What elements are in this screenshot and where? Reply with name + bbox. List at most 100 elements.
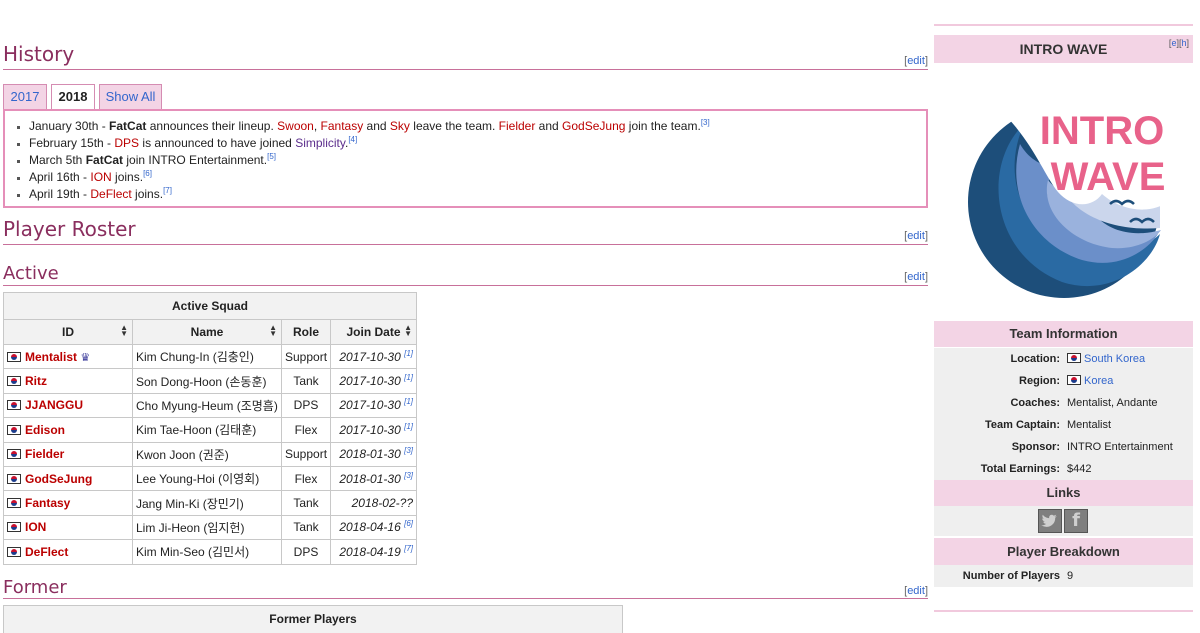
player-link[interactable]: Fielder (25, 447, 64, 461)
active-squad-table: Active Squad ID ▲ ▼ Name ▲ ▼ Role Join Date ▲… (3, 292, 417, 565)
former-edit-link[interactable]: [edit] (904, 585, 928, 597)
player-id-cell: Ritz (3, 368, 133, 394)
logo-word-wave: WAVE (1051, 155, 1166, 199)
history-entry: March 5th FatCat join INTRO Entertainmen… (29, 152, 926, 169)
player-id-cell: Fielder (3, 441, 133, 467)
history-link[interactable]: GodSeJung (562, 119, 625, 133)
sort-icon[interactable]: ▲ ▼ (120, 324, 128, 338)
history-link[interactable]: Simplicity (295, 136, 345, 150)
history-text: and (535, 119, 563, 133)
table-row: Ritz Son Dong-Hoon (손동훈) Tank 2017-10-30 [1… (3, 368, 417, 394)
logo-word-intro: INTRO (1040, 109, 1164, 153)
reference-link[interactable]: [3] (404, 446, 413, 455)
column-header-role[interactable]: Role (280, 319, 332, 345)
reference-link[interactable]: [6] (143, 169, 152, 178)
history-text: March 5th (29, 153, 86, 167)
history-link[interactable]: DeFlect (90, 187, 131, 201)
player-join-date-cell: 2018-04-19 [7] (330, 539, 417, 565)
history-edit-link[interactable]: [edit] (904, 55, 928, 67)
history-link[interactable]: Swoon (277, 119, 314, 133)
reference-link[interactable]: [4] (348, 135, 357, 144)
location-link[interactable]: South Korea (1084, 353, 1145, 365)
reference-link[interactable]: [1] (404, 349, 413, 358)
player-id-cell: Mentalist ♛ (3, 343, 133, 370)
player-role-cell: DPS (280, 392, 332, 419)
history-panel: January 30th - FatCat announces their li… (3, 109, 928, 208)
twitter-icon[interactable] (1038, 509, 1062, 533)
history-text: April 19th - (29, 187, 91, 201)
player-link[interactable]: Edison (25, 423, 65, 437)
history-link[interactable]: DPS (114, 136, 139, 150)
links-header: Links (934, 480, 1193, 506)
player-link[interactable]: Ritz (25, 374, 47, 388)
reference-link[interactable]: [1] (404, 373, 413, 382)
reference-link[interactable]: [5] (267, 152, 276, 161)
history-text: joins. (111, 170, 144, 184)
reference-link[interactable]: [6] (404, 519, 413, 528)
player-id-cell: Edison (3, 417, 133, 443)
history-divider (3, 69, 928, 70)
korea-flag-icon (7, 376, 21, 387)
korea-flag-icon (7, 351, 21, 362)
player-join-date-cell: 2018-04-16 [6] (330, 514, 417, 541)
sponsor-row: Sponsor: INTRO Entertainment (934, 436, 1193, 458)
history-link[interactable]: ION (90, 170, 111, 184)
team-information-header: Team Information (934, 321, 1193, 347)
tab-show-all[interactable]: Show All (99, 84, 162, 109)
history-bold-text: FatCat (109, 119, 147, 133)
roster-body: Mentalist ♛ Kim Chung-In (김충인) Support 2017… (3, 343, 417, 565)
table-row: GodSeJung Lee Young-Hoi (이영회) Flex 2018-01-… (3, 465, 417, 492)
korea-flag-icon (1067, 375, 1081, 385)
history-text: April 16th - (29, 170, 91, 184)
player-id-cell: ION (3, 514, 133, 541)
history-entry: February 15th - DPS is announced to have… (29, 135, 926, 152)
reference-link[interactable]: [1] (404, 422, 413, 431)
history-link[interactable]: Fantasy (321, 119, 364, 133)
roster-edit-link[interactable]: [edit] (904, 230, 928, 242)
table-row: Fantasy Jang Min-Ki (장민기) Tank 2018-02-?? (3, 490, 417, 516)
player-link[interactable]: JJANGGU (25, 398, 83, 412)
player-link[interactable]: ION (25, 520, 46, 534)
player-link[interactable]: Mentalist (25, 350, 77, 364)
history-text: January 30th - (29, 119, 110, 133)
player-name-cell: Kim Min-Seo (김민서) (132, 539, 282, 565)
column-header-join-date[interactable]: Join Date ▲ ▼ (330, 319, 417, 345)
history-link[interactable]: Sky (390, 119, 410, 133)
column-header-name[interactable]: Name ▲ ▼ (132, 319, 282, 345)
reference-link[interactable]: [3] (701, 118, 710, 127)
history-link[interactable]: Fielder (499, 119, 536, 133)
sort-icon[interactable]: ▲ ▼ (404, 324, 412, 338)
sort-icon[interactable]: ▲ ▼ (269, 324, 277, 338)
infobox-edit-links[interactable]: [e][h] (1169, 37, 1189, 49)
reference-link[interactable]: [3] (404, 471, 413, 480)
captain-row: Team Captain: Mentalist (934, 414, 1193, 436)
korea-flag-icon (7, 449, 21, 460)
player-role-cell: Support (280, 343, 332, 370)
column-header-id[interactable]: ID ▲ ▼ (3, 319, 133, 345)
player-role-cell: Flex (280, 417, 332, 443)
player-link[interactable]: DeFlect (25, 545, 68, 559)
reference-link[interactable]: [7] (404, 544, 413, 553)
player-name-cell: Kim Tae-Hoon (김태훈) (132, 417, 282, 443)
korea-flag-icon (7, 546, 21, 557)
active-edit-link[interactable]: [edit] (904, 271, 928, 283)
table-row: ION Lim Ji-Heon (임지헌) Tank 2018-04-16 [6] (3, 514, 417, 541)
player-role-cell: Tank (280, 514, 332, 541)
player-link[interactable]: Fantasy (25, 496, 70, 510)
player-join-date-cell: 2017-10-30 [1] (330, 392, 417, 419)
player-name-cell: Jang Min-Ki (장민기) (132, 490, 282, 516)
player-role-cell: Tank (280, 368, 332, 394)
reference-link[interactable]: [7] (163, 186, 172, 195)
former-heading: Former (3, 577, 67, 598)
player-id-cell: Fantasy (3, 490, 133, 516)
tab-2018[interactable]: 2018 (51, 84, 95, 111)
player-join-date-cell: 2017-10-30 [1] (330, 343, 417, 370)
facebook-icon[interactable]: f (1064, 509, 1088, 533)
reference-link[interactable]: [1] (404, 397, 413, 406)
infobox-top-line (934, 24, 1193, 26)
region-link[interactable]: Korea (1084, 375, 1113, 387)
player-link[interactable]: GodSeJung (25, 472, 92, 486)
korea-flag-icon (7, 498, 21, 509)
tab-2017[interactable]: 2017 (3, 84, 47, 109)
active-divider (3, 285, 928, 286)
